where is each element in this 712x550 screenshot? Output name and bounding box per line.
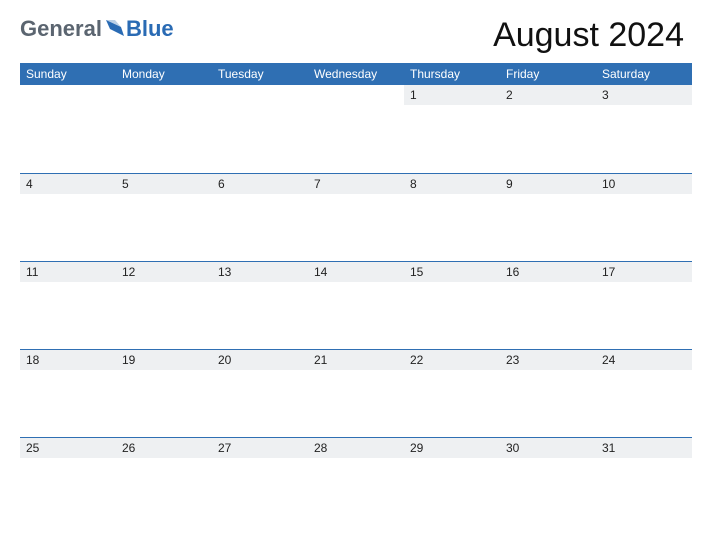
- day-header-tue: Tuesday: [212, 63, 308, 85]
- calendar-day-cell: 24: [596, 350, 692, 437]
- calendar-week: 11121314151617: [20, 261, 692, 349]
- calendar-day-cell: 2: [500, 85, 596, 173]
- calendar-day-number: 22: [404, 350, 500, 370]
- calendar-day-number: 10: [596, 174, 692, 194]
- calendar-day-cell: 3: [596, 85, 692, 173]
- calendar-day-cell: 30: [500, 438, 596, 525]
- logo-mark-icon: [106, 16, 124, 32]
- calendar-day-cell: 4: [20, 174, 116, 261]
- calendar-day-cell: [212, 85, 308, 173]
- calendar-day-cell: 10: [596, 174, 692, 261]
- calendar-day-cell: 31: [596, 438, 692, 525]
- calendar-day-cell: 15: [404, 262, 500, 349]
- calendar-day-number: 20: [212, 350, 308, 370]
- day-header-fri: Friday: [500, 63, 596, 85]
- calendar-day-number: 2: [500, 85, 596, 105]
- calendar-day-cell: 26: [116, 438, 212, 525]
- calendar-day-cell: 17: [596, 262, 692, 349]
- calendar-day-cell: 12: [116, 262, 212, 349]
- calendar-day-number: 25: [20, 438, 116, 458]
- calendar-day-cell: 27: [212, 438, 308, 525]
- calendar-day-cell: 5: [116, 174, 212, 261]
- calendar-week: 25262728293031: [20, 437, 692, 525]
- calendar-day-number: 4: [20, 174, 116, 194]
- calendar-day-number: 8: [404, 174, 500, 194]
- calendar-day-number: 1: [404, 85, 500, 105]
- calendar-week: 45678910: [20, 173, 692, 261]
- calendar-day-cell: [308, 85, 404, 173]
- calendar-week: 123: [20, 85, 692, 173]
- calendar-day-number: 9: [500, 174, 596, 194]
- calendar-title: August 2024: [493, 16, 692, 55]
- calendar-day-number: 16: [500, 262, 596, 282]
- calendar-day-number: 11: [20, 262, 116, 282]
- day-header-sun: Sunday: [20, 63, 116, 85]
- calendar-day-cell: 16: [500, 262, 596, 349]
- calendar-day-number: 19: [116, 350, 212, 370]
- calendar-day-cell: 14: [308, 262, 404, 349]
- calendar-day-cell: 13: [212, 262, 308, 349]
- calendar-day-number: 27: [212, 438, 308, 458]
- calendar-day-cell: [116, 85, 212, 173]
- calendar-day-cell: 28: [308, 438, 404, 525]
- calendar-day-cell: 19: [116, 350, 212, 437]
- calendar-day-number: 17: [596, 262, 692, 282]
- calendar-day-number: 3: [596, 85, 692, 105]
- calendar-day-cell: [20, 85, 116, 173]
- calendar-day-cell: 25: [20, 438, 116, 525]
- calendar-day-number: 18: [20, 350, 116, 370]
- calendar-day-cell: 22: [404, 350, 500, 437]
- day-header-mon: Monday: [116, 63, 212, 85]
- brand-logo: General Blue: [20, 16, 174, 42]
- calendar-day-cell: 20: [212, 350, 308, 437]
- calendar-day-number: 6: [212, 174, 308, 194]
- calendar-day-cell: 7: [308, 174, 404, 261]
- calendar-day-number: 30: [500, 438, 596, 458]
- day-header-sat: Saturday: [596, 63, 692, 85]
- calendar-day-number: 26: [116, 438, 212, 458]
- day-header-thu: Thursday: [404, 63, 500, 85]
- calendar-day-headers: Sunday Monday Tuesday Wednesday Thursday…: [20, 63, 692, 85]
- calendar-day-cell: 23: [500, 350, 596, 437]
- calendar-day-number: 24: [596, 350, 692, 370]
- calendar-day-cell: 11: [20, 262, 116, 349]
- calendar-day-cell: 18: [20, 350, 116, 437]
- calendar-grid: 1234567891011121314151617181920212223242…: [20, 85, 692, 525]
- logo-text-general: General: [20, 16, 102, 42]
- calendar-day-number: 28: [308, 438, 404, 458]
- calendar-day-number: 13: [212, 262, 308, 282]
- logo-text-blue: Blue: [126, 16, 174, 42]
- calendar-week: 18192021222324: [20, 349, 692, 437]
- calendar-day-cell: 29: [404, 438, 500, 525]
- calendar-day-number: 23: [500, 350, 596, 370]
- calendar-day-cell: 21: [308, 350, 404, 437]
- calendar-day-number: 31: [596, 438, 692, 458]
- calendar-day-number: 7: [308, 174, 404, 194]
- calendar-day-cell: 1: [404, 85, 500, 173]
- calendar-day-number: 29: [404, 438, 500, 458]
- calendar-day-cell: 9: [500, 174, 596, 261]
- calendar-day-cell: 6: [212, 174, 308, 261]
- calendar-day-cell: 8: [404, 174, 500, 261]
- day-header-wed: Wednesday: [308, 63, 404, 85]
- calendar-day-number: 21: [308, 350, 404, 370]
- calendar-day-number: 15: [404, 262, 500, 282]
- calendar-day-number: 5: [116, 174, 212, 194]
- calendar-day-number: 12: [116, 262, 212, 282]
- calendar-day-number: 14: [308, 262, 404, 282]
